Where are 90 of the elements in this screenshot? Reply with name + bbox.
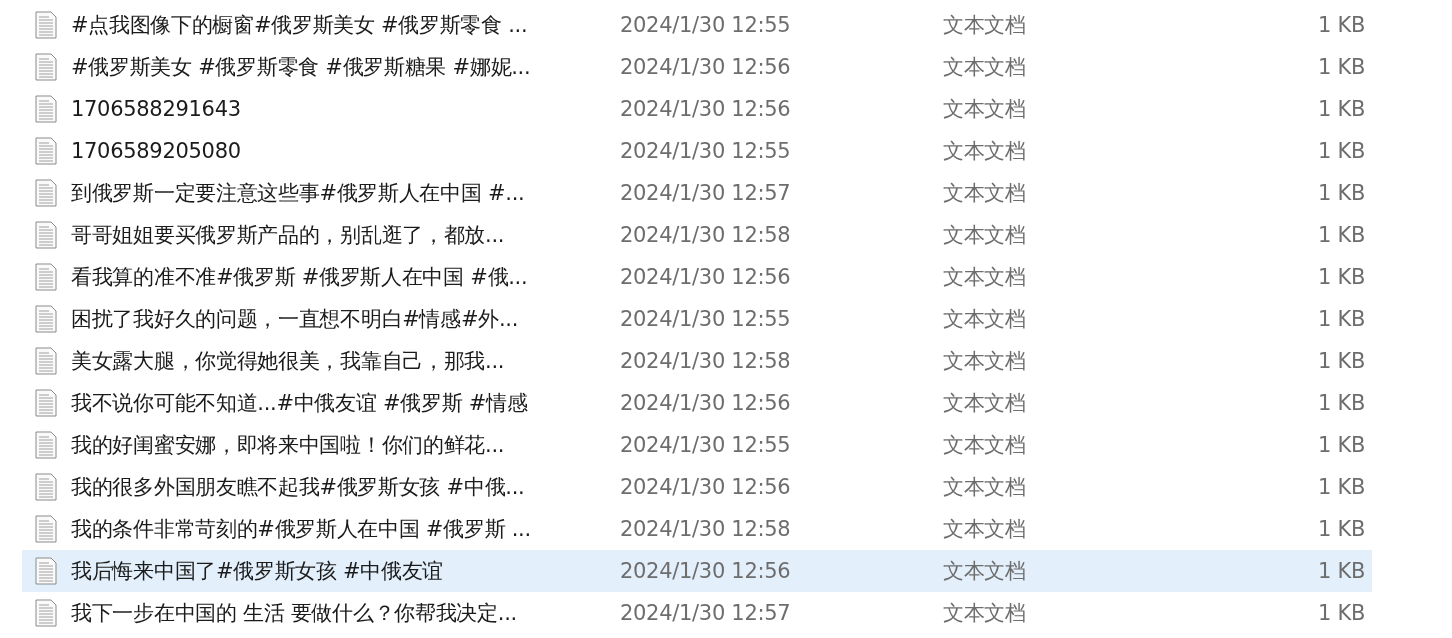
file-row[interactable]: 我不说你可能不知道...#中俄友谊 #俄罗斯 #情感 2024/1/30 12:56 文本文档 1 KB: [22, 382, 1372, 424]
file-type: 文本文档: [943, 12, 1027, 39]
file-size: 1 KB: [1318, 475, 1365, 499]
file-row[interactable]: 美女露大腿，你觉得她很美，我靠自己，那我... 2024/1/30 12:58 文本文档 1 KB: [22, 340, 1372, 382]
file-type: 文本文档: [943, 54, 1027, 81]
file-name: 我下一步在中国的 生活 要做什么？你帮我决定...: [71, 600, 518, 627]
text-file-icon: [35, 53, 57, 81]
file-name: #点我图像下的橱窗#俄罗斯美女 #俄罗斯零食 ...: [71, 12, 529, 39]
file-size: 1 KB: [1318, 517, 1365, 541]
text-file-icon: [35, 263, 57, 291]
file-size: 1 KB: [1318, 181, 1365, 205]
text-file-icon: [35, 557, 57, 585]
text-file-icon: [35, 137, 57, 165]
file-size: 1 KB: [1318, 349, 1365, 373]
file-name: 到俄罗斯一定要注意这些事#俄罗斯人在中国 #...: [71, 180, 526, 207]
file-size: 1 KB: [1318, 13, 1365, 37]
file-name: 我的很多外国朋友瞧不起我#俄罗斯女孩 #中俄...: [71, 474, 526, 501]
file-type: 文本文档: [943, 222, 1027, 249]
file-name: 1706588291643: [71, 97, 242, 121]
file-size: 1 KB: [1318, 307, 1365, 331]
modified-date: 2024/1/30 12:56: [620, 97, 792, 121]
file-row[interactable]: 哥哥姐姐要买俄罗斯产品的，别乱逛了，都放... 2024/1/30 12:58 文本文档 1 KB: [22, 214, 1372, 256]
file-name: 困扰了我好久的问题，一直想不明白#情感#外...: [71, 306, 520, 333]
file-type: 文本文档: [943, 96, 1027, 123]
file-size: 1 KB: [1318, 97, 1365, 121]
file-row[interactable]: 我的好闺蜜安娜，即将来中国啦！你们的鲜花... 2024/1/30 12:55 文本文档 1 KB: [22, 424, 1372, 466]
file-row[interactable]: 到俄罗斯一定要注意这些事#俄罗斯人在中国 #... 2024/1/30 12:57 文本文档 1 KB: [22, 172, 1372, 214]
file-type: 文本文档: [943, 432, 1027, 459]
modified-date: 2024/1/30 12:55: [620, 139, 792, 163]
file-row[interactable]: 我下一步在中国的 生活 要做什么？你帮我决定... 2024/1/30 12:57 文本文档 1 KB: [22, 592, 1372, 634]
file-type: 文本文档: [943, 516, 1027, 543]
file-row[interactable]: #俄罗斯美女 #俄罗斯零食 #俄罗斯糖果 #娜妮... 2024/1/30 12:56 文本文档 1 KB: [22, 46, 1372, 88]
file-name: 1706589205080: [71, 139, 242, 163]
file-name: 美女露大腿，你觉得她很美，我靠自己，那我...: [71, 348, 506, 375]
file-row[interactable]: 1706589205080 2024/1/30 12:55 文本文档 1 KB: [22, 130, 1372, 172]
file-type: 文本文档: [943, 390, 1027, 417]
modified-date: 2024/1/30 12:55: [620, 13, 792, 37]
file-size: 1 KB: [1318, 139, 1365, 163]
file-size: 1 KB: [1318, 55, 1365, 79]
file-type: 文本文档: [943, 600, 1027, 627]
file-name: 我后悔来中国了#俄罗斯女孩 #中俄友谊: [71, 558, 445, 585]
modified-date: 2024/1/30 12:57: [620, 601, 792, 625]
file-name: 哥哥姐姐要买俄罗斯产品的，别乱逛了，都放...: [71, 222, 506, 249]
file-row[interactable]: 看我算的准不准#俄罗斯 #俄罗斯人在中国 #俄... 2024/1/30 12:56 文本文档 1 KB: [22, 256, 1372, 298]
file-size: 1 KB: [1318, 265, 1365, 289]
modified-date: 2024/1/30 12:56: [620, 559, 792, 583]
modified-date: 2024/1/30 12:55: [620, 433, 792, 457]
file-row[interactable]: 困扰了我好久的问题，一直想不明白#情感#外... 2024/1/30 12:55 文本文档 1 KB: [22, 298, 1372, 340]
modified-date: 2024/1/30 12:56: [620, 55, 792, 79]
modified-date: 2024/1/30 12:58: [620, 349, 792, 373]
text-file-icon: [35, 389, 57, 417]
file-name: 我的条件非常苛刻的#俄罗斯人在中国 #俄罗斯 ...: [71, 516, 532, 543]
text-file-icon: [35, 221, 57, 249]
file-size: 1 KB: [1318, 223, 1365, 247]
file-name: #俄罗斯美女 #俄罗斯零食 #俄罗斯糖果 #娜妮...: [71, 54, 532, 81]
modified-date: 2024/1/30 12:58: [620, 223, 792, 247]
text-file-icon: [35, 515, 57, 543]
text-file-icon: [35, 11, 57, 39]
file-row[interactable]: 我的条件非常苛刻的#俄罗斯人在中国 #俄罗斯 ... 2024/1/30 12:58 文本文档 1 KB: [22, 508, 1372, 550]
file-name: 我的好闺蜜安娜，即将来中国啦！你们的鲜花...: [71, 432, 506, 459]
modified-date: 2024/1/30 12:56: [620, 391, 792, 415]
file-type: 文本文档: [943, 138, 1027, 165]
file-row[interactable]: #点我图像下的橱窗#俄罗斯美女 #俄罗斯零食 ... 2024/1/30 12:55 文本文档 1 KB: [22, 4, 1372, 46]
text-file-icon: [35, 473, 57, 501]
file-size: 1 KB: [1318, 559, 1365, 583]
file-type: 文本文档: [943, 558, 1027, 585]
modified-date: 2024/1/30 12:57: [620, 181, 792, 205]
file-size: 1 KB: [1318, 601, 1365, 625]
file-type: 文本文档: [943, 474, 1027, 501]
file-name: 我不说你可能不知道...#中俄友谊 #俄罗斯 #情感: [71, 390, 529, 417]
file-row[interactable]: 我后悔来中国了#俄罗斯女孩 #中俄友谊 2024/1/30 12:56 文本文档 1 KB: [22, 550, 1372, 592]
modified-date: 2024/1/30 12:56: [620, 265, 792, 289]
modified-date: 2024/1/30 12:55: [620, 307, 792, 331]
file-name: 看我算的准不准#俄罗斯 #俄罗斯人在中国 #俄...: [71, 264, 529, 291]
file-type: 文本文档: [943, 180, 1027, 207]
text-file-icon: [35, 179, 57, 207]
modified-date: 2024/1/30 12:58: [620, 517, 792, 541]
text-file-icon: [35, 431, 57, 459]
file-type: 文本文档: [943, 348, 1027, 375]
text-file-icon: [35, 599, 57, 627]
modified-date: 2024/1/30 12:56: [620, 475, 792, 499]
file-row[interactable]: 我的很多外国朋友瞧不起我#俄罗斯女孩 #中俄... 2024/1/30 12:56 文本文档 1 KB: [22, 466, 1372, 508]
file-size: 1 KB: [1318, 433, 1365, 457]
text-file-icon: [35, 347, 57, 375]
text-file-icon: [35, 95, 57, 123]
text-file-icon: [35, 305, 57, 333]
file-size: 1 KB: [1318, 391, 1365, 415]
file-type: 文本文档: [943, 264, 1027, 291]
file-row[interactable]: 1706588291643 2024/1/30 12:56 文本文档 1 KB: [22, 88, 1372, 130]
file-type: 文本文档: [943, 306, 1027, 333]
